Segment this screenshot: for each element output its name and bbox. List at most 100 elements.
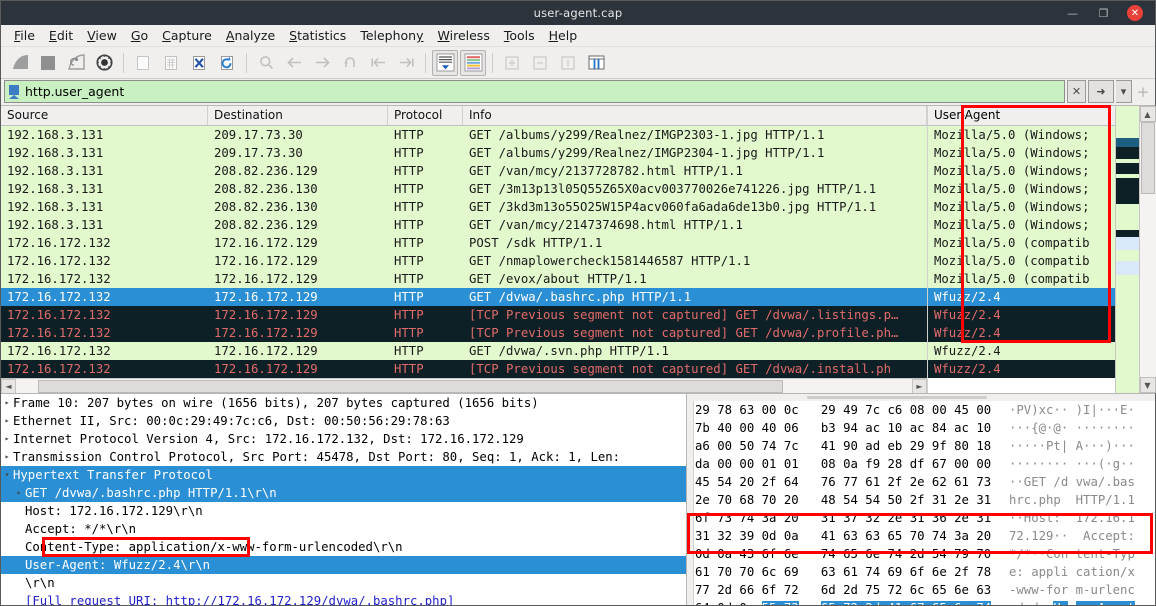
hex-row[interactable]: a6 00 50 74 7c 41 90 ad eb 29 9f 80 18 ··… (687, 437, 1155, 455)
restart-capture-icon[interactable] (63, 50, 89, 76)
detail-row[interactable]: ▸ Ethernet II, Src: 00:0c:29:49:7c:c6, Ds… (1, 412, 686, 430)
hex-hscrollbar[interactable] (687, 394, 1155, 401)
twisty-collapsed-icon[interactable]: ▸ (1, 430, 13, 448)
clear-filter-button[interactable]: ✕ (1067, 80, 1086, 103)
hex-rows[interactable]: 29 78 63 00 0c 29 49 7c c6 08 00 45 00 ·P… (687, 401, 1155, 605)
detail-row[interactable]: User-Agent: Wfuzz/2.4\r\n (1, 556, 686, 574)
filter-dropdown-button[interactable]: ▾ (1116, 80, 1132, 103)
detail-row[interactable]: ▸ Internet Protocol Version 4, Src: 172.1… (1, 430, 686, 448)
twisty-collapsed-icon[interactable]: ▸ (1, 448, 13, 466)
open-file-icon[interactable] (130, 50, 156, 76)
colorize-packets-icon[interactable] (460, 49, 486, 76)
packet-bytes-pane[interactable]: 29 78 63 00 0c 29 49 7c c6 08 00 45 00 ·P… (687, 394, 1155, 605)
detail-row[interactable]: ▾ Hypertext Transfer Protocol (1, 466, 686, 484)
packet-list-hscrollbar[interactable]: ◄ ► (1, 378, 927, 393)
packet-detail-pane[interactable]: ▸ Frame 10: 207 bytes on wire (1656 bits)… (1, 394, 687, 605)
save-file-icon[interactable] (158, 50, 184, 76)
find-packet-icon[interactable] (253, 50, 279, 76)
packet-row[interactable]: 172.16.172.132 172.16.172.129 HTTP [TCP Pre… (1, 306, 927, 324)
hex-row[interactable]: 77 2d 66 6f 72 6d 2d 75 72 6c 65 6e 63 -w… (687, 581, 1155, 599)
detail-row[interactable]: Content-Type: application/x-www-form-url… (1, 538, 686, 556)
capture-options-icon[interactable] (91, 50, 117, 76)
detail-row[interactable]: ▸ Frame 10: 207 bytes on wire (1656 bits)… (1, 394, 686, 412)
menu-telephony[interactable]: Telephony (353, 27, 430, 44)
packet-row[interactable]: 192.168.3.131 209.17.73.30 HTTP GET /albums… (1, 144, 927, 162)
go-first-packet-icon[interactable] (365, 50, 391, 76)
zoom-out-icon[interactable] (527, 50, 553, 76)
menu-tools[interactable]: Tools (497, 27, 542, 44)
packet-row[interactable]: 172.16.172.132 172.16.172.129 HTTP GET /nma… (1, 252, 927, 270)
column-header-protocol[interactable]: Protocol (388, 106, 463, 125)
start-capture-icon[interactable] (7, 50, 33, 76)
packet-row[interactable]: 192.168.3.131 208.82.236.129 HTTP GET /van/… (1, 216, 927, 234)
detail-row[interactable]: ▸ Transmission Control Protocol, Src Port… (1, 448, 686, 466)
column-header-source[interactable]: Source (1, 106, 208, 125)
menu-go[interactable]: Go (124, 27, 155, 44)
menu-wireless[interactable]: Wireless (431, 27, 497, 44)
resize-columns-icon[interactable] (583, 50, 609, 76)
go-forward-icon[interactable] (309, 50, 335, 76)
packet-list-vscrollbar[interactable]: ▲ ▼ (1139, 106, 1156, 393)
reload-file-icon[interactable] (214, 50, 240, 76)
packet-row[interactable]: 172.16.172.132 172.16.172.129 HTTP GET /evo… (1, 270, 927, 288)
detail-row[interactable]: ▸ GET /dvwa/.bashrc.php HTTP/1.1\r\n (1, 484, 686, 502)
twisty-collapsed-icon[interactable]: ▸ (1, 412, 13, 430)
column-header-info[interactable]: Info (463, 106, 927, 125)
minimize-button[interactable]: — (1065, 6, 1080, 21)
column-header-destination[interactable]: Destination (208, 106, 388, 125)
hex-row[interactable]: 31 32 39 0d 0a 41 63 63 65 70 74 3a 20 72… (687, 527, 1155, 545)
twisty-expanded-icon[interactable]: ▾ (1, 466, 13, 484)
menu-analyze[interactable]: Analyze (219, 27, 282, 44)
intelligent-scrollbar-minimap[interactable] (1115, 106, 1139, 393)
go-back-icon[interactable] (281, 50, 307, 76)
vscroll-down-arrow[interactable]: ▼ (1139, 377, 1156, 393)
packet-row[interactable]: 172.16.172.132 172.16.172.129 HTTP [TCP Pre… (1, 324, 927, 342)
zoom-reset-icon[interactable] (555, 50, 581, 76)
maximize-button[interactable]: ❐ (1096, 6, 1111, 21)
column-header-user-agent[interactable]: User-Agent (928, 106, 1115, 126)
vscroll-up-arrow[interactable]: ▲ (1139, 106, 1156, 122)
apply-filter-button[interactable]: ➜ (1088, 80, 1114, 103)
hex-row[interactable]: 61 70 70 6c 69 63 61 74 69 6f 6e 2f 78 e:… (687, 563, 1155, 581)
hscroll-left-arrow[interactable]: ◄ (1, 378, 16, 393)
menu-capture[interactable]: Capture (155, 27, 219, 44)
packet-row[interactable]: 172.16.172.132 172.16.172.129 HTTP GET /dvw… (1, 342, 927, 360)
packet-row[interactable]: 192.168.3.131 208.82.236.130 HTTP GET /3m13… (1, 180, 927, 198)
zoom-in-icon[interactable] (499, 50, 525, 76)
hscroll-track[interactable] (16, 378, 912, 393)
hscroll-thumb[interactable] (38, 379, 783, 393)
hex-row[interactable]: 29 78 63 00 0c 29 49 7c c6 08 00 45 00 ·P… (687, 401, 1155, 419)
packet-row[interactable]: 192.168.3.131 208.82.236.130 HTTP GET /3kd3… (1, 198, 927, 216)
detail-row[interactable]: \r\n (1, 574, 686, 592)
user-agent-rows[interactable]: Mozilla/5.0 (Windows; Mozilla/5.0 (Window… (928, 126, 1115, 393)
detail-row[interactable]: Host: 172.16.172.129\r\n (1, 502, 686, 520)
close-button[interactable]: ✕ (1127, 5, 1143, 21)
display-filter-input[interactable]: http.user_agent (4, 80, 1065, 103)
close-file-icon[interactable] (186, 50, 212, 76)
stop-capture-icon[interactable] (35, 50, 61, 76)
hex-row[interactable]: 6f 73 74 3a 20 31 37 32 2e 31 36 2e 31 ··… (687, 509, 1155, 527)
hscroll-right-arrow[interactable]: ► (912, 378, 927, 393)
hex-row[interactable]: 0d 0a 43 6f 6e 74 65 6e 74 2d 54 79 70 */… (687, 545, 1155, 563)
menu-edit[interactable]: Edit (42, 27, 80, 44)
menu-view[interactable]: View (80, 27, 124, 44)
detail-row[interactable]: Accept: */*\r\n (1, 520, 686, 538)
twisty-collapsed-icon[interactable]: ▸ (13, 484, 25, 502)
hex-row[interactable]: da 00 00 01 01 08 0a f9 28 df 67 00 00 ··… (687, 455, 1155, 473)
packet-row[interactable]: 192.168.3.131 208.82.236.129 HTTP GET /van/… (1, 162, 927, 180)
packet-row[interactable]: 172.16.172.132 172.16.172.129 HTTP POST /sd… (1, 234, 927, 252)
detail-row[interactable]: [Full request URI: http://172.16.172.129… (1, 592, 686, 605)
go-to-packet-icon[interactable] (337, 50, 363, 76)
go-last-packet-icon[interactable] (393, 50, 419, 76)
packet-row[interactable]: 172.16.172.132 172.16.172.129 HTTP GET /dvw… (1, 288, 927, 306)
twisty-collapsed-icon[interactable]: ▸ (1, 394, 13, 412)
hex-row[interactable]: 2e 70 68 70 20 48 54 54 50 2f 31 2e 31 hr… (687, 491, 1155, 509)
menu-file[interactable]: File (7, 27, 42, 44)
hex-row[interactable]: 64 0d 0a 55 73 65 72 2d 41 67 65 6e 74 od… (687, 599, 1155, 605)
vscroll-thumb[interactable] (1140, 122, 1155, 194)
hex-row[interactable]: 7b 40 00 40 06 b3 94 ac 10 ac 84 ac 10 ··… (687, 419, 1155, 437)
add-filter-button[interactable]: + (1134, 80, 1152, 103)
menu-statistics[interactable]: Statistics (282, 27, 353, 44)
hex-row[interactable]: 45 54 20 2f 64 76 77 61 2f 2e 62 61 73 ··… (687, 473, 1155, 491)
menu-help[interactable]: Help (542, 27, 585, 44)
